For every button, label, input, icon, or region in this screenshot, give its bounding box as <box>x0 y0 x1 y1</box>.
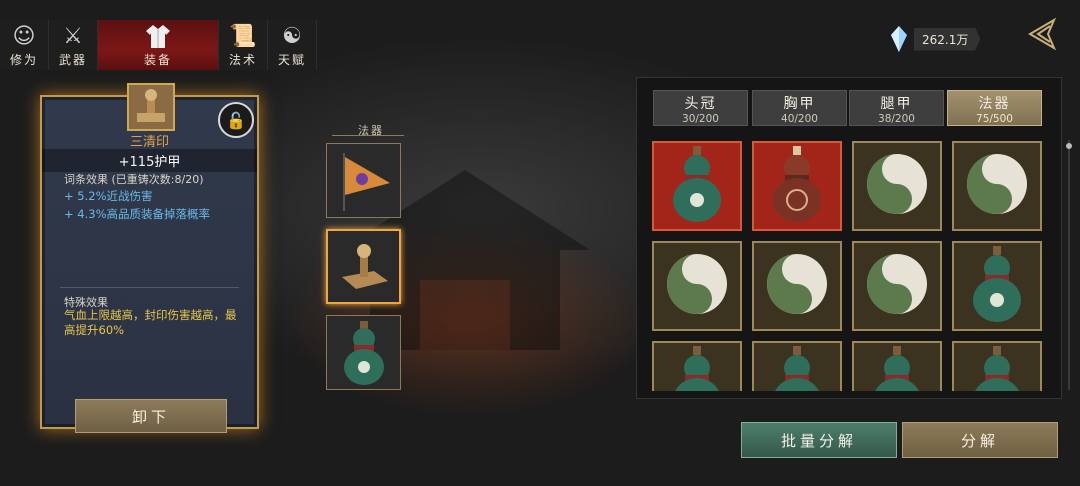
item-stat: +115护甲 <box>42 149 257 172</box>
inventory-item-gourd[interactable] <box>952 341 1042 391</box>
inventory-item-gourd[interactable] <box>752 341 842 391</box>
taiji-icon <box>862 249 932 323</box>
tab-label: 胸甲 <box>783 96 816 112</box>
affix-header: 词条效果 (已重铸次数:8/20) <box>64 173 204 186</box>
divider <box>60 287 239 288</box>
disassemble-button[interactable]: 分解 <box>902 422 1058 458</box>
tab-label: 修为 <box>9 53 38 67</box>
tab-weapon[interactable]: ⚔ 武器 <box>49 20 98 70</box>
tab-count: 40/200 <box>781 113 818 125</box>
affix-line: + 4.3%高品质装备掉落概率 <box>64 207 211 221</box>
currency-amount: 262.1万 <box>914 27 981 51</box>
gourd-icon <box>864 344 930 391</box>
currency-display: 262.1万 <box>890 26 990 52</box>
gourd-icon <box>664 144 730 228</box>
tab-chest[interactable]: 胸甲 40/200 <box>752 90 847 126</box>
scrollbar[interactable] <box>1068 140 1070 390</box>
monk-head-icon: ☺ <box>12 24 36 49</box>
equip-slot-pennant[interactable] <box>326 143 401 218</box>
inventory-grid <box>652 141 1047 391</box>
tab-headgear[interactable]: 头冠 30/200 <box>653 90 748 126</box>
gourd-icon <box>664 344 730 391</box>
inventory-item-taiji[interactable] <box>852 141 942 231</box>
stat-prefix: + <box>118 155 130 170</box>
tab-count: 38/200 <box>878 113 915 125</box>
tab-equipment[interactable]: 装备 <box>98 20 219 70</box>
equip-slot-gourd[interactable] <box>326 315 401 390</box>
tab-label: 头冠 <box>684 96 717 112</box>
scroll-icon: 📜 <box>229 24 257 49</box>
bulk-disassemble-button[interactable]: 批量分解 <box>741 422 897 458</box>
tab-count: 75/500 <box>976 113 1013 125</box>
inventory-item-gourd[interactable] <box>952 241 1042 331</box>
tab-spells[interactable]: 📜 法术 <box>219 20 268 70</box>
tab-label: 法器 <box>978 96 1011 112</box>
inventory-item-taiji[interactable] <box>952 141 1042 231</box>
tab-artifact[interactable]: 法器 75/500 <box>947 90 1042 126</box>
taiji-icon <box>962 149 1032 223</box>
gourd-icon <box>964 244 1030 328</box>
divider <box>332 135 404 136</box>
stat-label: 护甲 <box>154 155 181 170</box>
tab-cultivation[interactable]: ☺ 修为 <box>0 20 49 70</box>
pennant-flag-icon <box>342 152 390 211</box>
inventory-item-taiji[interactable] <box>752 241 842 331</box>
taiji-icon <box>662 249 732 323</box>
tab-label: 天赋 <box>277 53 306 67</box>
special-effect-body: 气血上限越高，封印伤害越高，最高提升 <box>64 308 237 337</box>
robe-icon <box>144 22 172 57</box>
inventory-item-gourd[interactable] <box>852 341 942 391</box>
special-effect-pct: 60% <box>98 323 125 337</box>
taiji-icon: ☯ <box>282 24 302 49</box>
inventory-item-taiji[interactable] <box>852 241 942 331</box>
tab-talent[interactable]: ☯ 天赋 <box>268 20 317 70</box>
tab-label: 武器 <box>58 53 87 67</box>
item-detail-panel: 🔓 三清印 +115护甲 词条效果 (已重铸次数:8/20) + 5.2%近战伤… <box>40 83 259 429</box>
inventory-item-gourd[interactable] <box>652 341 742 391</box>
inventory-item-red-gourd[interactable] <box>752 141 842 231</box>
gourd-icon <box>964 344 1030 391</box>
seal-stamp-icon <box>127 83 175 131</box>
red-gourd-icon <box>764 144 830 228</box>
taiji-icon <box>762 249 832 323</box>
equip-slot-seal[interactable] <box>326 229 401 304</box>
tab-label: 腿甲 <box>880 96 913 112</box>
gourd-icon <box>343 320 384 385</box>
scroll-thumb[interactable] <box>1066 143 1072 149</box>
inventory-item-gourd[interactable] <box>652 141 742 231</box>
gourd-icon <box>764 344 830 391</box>
taiji-icon <box>862 149 932 223</box>
inventory-item-taiji[interactable] <box>652 241 742 331</box>
tab-label: 法术 <box>228 53 257 67</box>
back-arrow-icon[interactable] <box>1024 16 1060 52</box>
unequip-button[interactable]: 卸下 <box>75 399 227 433</box>
special-effect-text: 气血上限越高，封印伤害越高，最高提升60% <box>64 308 244 338</box>
top-tab-bar: ☺ 修为 ⚔ 武器 装备 📜 法术 ☯ 天赋 <box>0 20 317 70</box>
crystal-icon <box>891 26 907 52</box>
tab-count: 30/200 <box>682 113 719 125</box>
stat-value: 115 <box>129 155 155 170</box>
sword-icon: ⚔ <box>63 24 83 49</box>
item-name: 三清印 <box>129 135 169 150</box>
tab-legs[interactable]: 腿甲 38/200 <box>849 90 944 126</box>
affix-line: + 5.2%近战伤害 <box>64 189 153 203</box>
seal-stamp-icon <box>341 243 388 289</box>
